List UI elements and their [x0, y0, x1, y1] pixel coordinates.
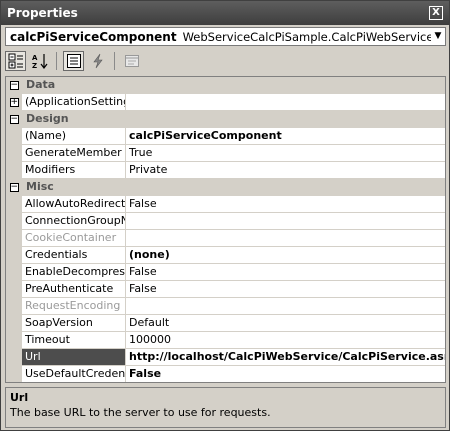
svg-text:Z: Z	[32, 62, 37, 69]
alphabetical-icon: A Z	[32, 54, 47, 69]
toolbar: A Z	[5, 50, 142, 72]
collapse-icon[interactable]: −	[9, 182, 19, 192]
property-value[interactable]: False	[126, 264, 445, 280]
category-row[interactable]: − Data	[6, 77, 445, 94]
category-row[interactable]: − Misc	[6, 179, 445, 196]
close-icon[interactable]: X	[429, 6, 443, 20]
property-name: EnableDecompression	[22, 264, 126, 280]
property-value[interactable]: False	[126, 366, 445, 382]
property-row[interactable]: + (ApplicationSettings)	[6, 94, 445, 111]
title-bar[interactable]: Properties X	[1, 1, 449, 25]
property-value[interactable]: Default	[126, 315, 445, 331]
categorized-button[interactable]	[5, 51, 26, 71]
events-button[interactable]	[87, 51, 108, 71]
toolbar-separator-2	[114, 52, 115, 70]
collapse-icon[interactable]: −	[9, 80, 19, 90]
property-value[interactable]: 100000	[126, 332, 445, 348]
category-label: Data	[26, 78, 56, 91]
property-name: (ApplicationSettings)	[22, 94, 126, 110]
property-row[interactable]: EnableDecompression False	[6, 264, 445, 281]
property-name: UseDefaultCredential	[22, 366, 126, 382]
property-row[interactable]: Credentials (none)	[6, 247, 445, 264]
property-value[interactable]: False	[126, 281, 445, 297]
alphabetical-button[interactable]: A Z	[29, 51, 50, 71]
property-name: AllowAutoRedirect	[22, 196, 126, 212]
expand-icon[interactable]: +	[9, 97, 19, 107]
property-row[interactable]: UseDefaultCredential False	[6, 366, 445, 382]
description-text: The base URL to the server to use for re…	[10, 406, 271, 419]
property-name: ConnectionGroupNam	[22, 213, 126, 229]
property-name: RequestEncoding	[22, 298, 126, 314]
property-name: (Name)	[22, 128, 126, 144]
property-value[interactable]: False	[126, 196, 445, 212]
svg-text:A: A	[32, 54, 38, 62]
object-selector[interactable]: calcPiServiceComponent WebServiceCalcPiS…	[5, 27, 446, 46]
property-value[interactable]	[126, 94, 445, 110]
property-value[interactable]	[126, 213, 445, 229]
properties-icon	[66, 54, 81, 68]
property-value[interactable]: True	[126, 145, 445, 161]
categorized-icon	[8, 53, 23, 69]
properties-window: Properties X calcPiServiceComponent WebS…	[0, 0, 450, 431]
property-row[interactable]: ConnectionGroupNam	[6, 213, 445, 230]
property-name: PreAuthenticate	[22, 281, 126, 297]
object-type: WebServiceCalcPiSample.CalcPiWebService.…	[182, 29, 431, 44]
property-name: SoapVersion	[22, 315, 126, 331]
property-name: Modifiers	[22, 162, 126, 178]
property-value[interactable]: http://localhost/CalcPiWebService/CalcPi…	[126, 349, 445, 365]
property-value[interactable]: (none)	[126, 247, 445, 263]
property-name: Credentials	[22, 247, 126, 263]
events-icon	[92, 53, 103, 69]
property-row[interactable]: Modifiers Private	[6, 162, 445, 179]
collapse-icon[interactable]: −	[9, 114, 19, 124]
property-pages-button[interactable]	[121, 51, 142, 71]
property-row[interactable]: RequestEncoding	[6, 298, 445, 315]
category-row[interactable]: − Design	[6, 111, 445, 128]
property-name: GenerateMember	[22, 145, 126, 161]
chevron-down-icon[interactable]: ▼	[431, 28, 445, 45]
property-value[interactable]: calcPiServiceComponent	[126, 128, 445, 144]
property-name: Url	[22, 349, 126, 365]
object-name: calcPiServiceComponent	[10, 29, 177, 44]
toolbar-separator	[56, 52, 57, 70]
category-label: Misc	[26, 180, 54, 193]
property-grid: − Data + (ApplicationSettings) − Design …	[5, 76, 446, 383]
property-value	[126, 230, 445, 246]
description-title: Url	[10, 391, 29, 404]
property-row[interactable]: CookieContainer	[6, 230, 445, 247]
properties-button[interactable]	[63, 51, 84, 71]
window-title: Properties	[7, 6, 78, 20]
property-row[interactable]: Timeout 100000	[6, 332, 445, 349]
property-row[interactable]: (Name) calcPiServiceComponent	[6, 128, 445, 145]
property-row[interactable]: SoapVersion Default	[6, 315, 445, 332]
property-pages-icon	[124, 55, 139, 67]
property-row[interactable]: GenerateMember True	[6, 145, 445, 162]
property-row[interactable]: PreAuthenticate False	[6, 281, 445, 298]
property-row-selected[interactable]: Url http://localhost/CalcPiWebService/Ca…	[6, 349, 445, 366]
property-name: Timeout	[22, 332, 126, 348]
property-row[interactable]: AllowAutoRedirect False	[6, 196, 445, 213]
description-pane: Url The base URL to the server to use fo…	[5, 387, 446, 428]
property-name: CookieContainer	[22, 230, 126, 246]
property-value	[126, 298, 445, 314]
category-label: Design	[26, 112, 69, 125]
property-value[interactable]: Private	[126, 162, 445, 178]
